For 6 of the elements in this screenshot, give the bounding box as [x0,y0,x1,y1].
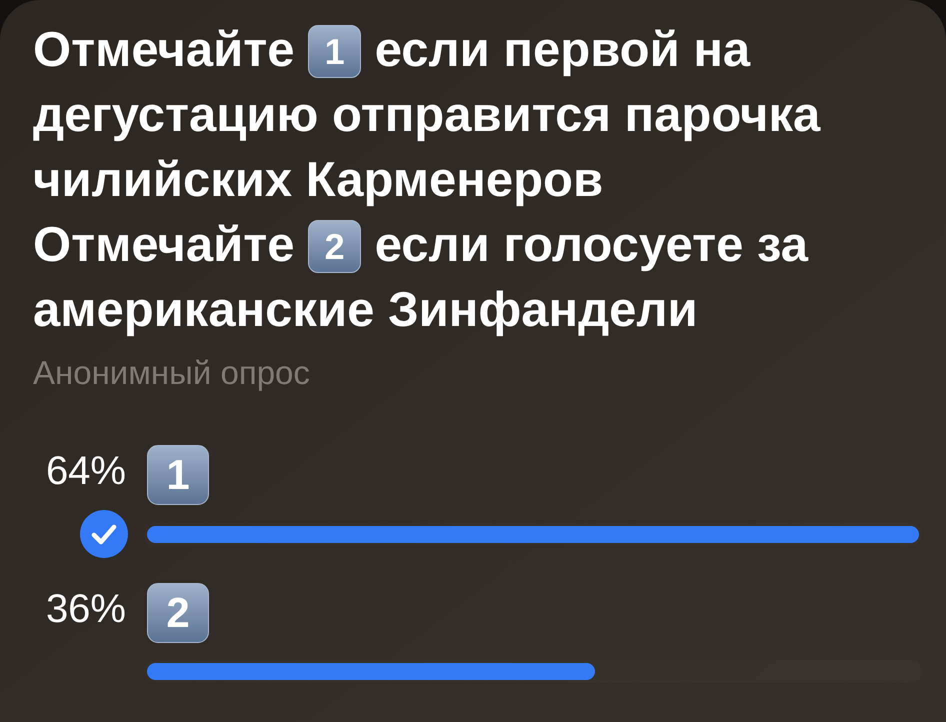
poll-type-label: Анонимный опрос [33,353,310,393]
percent-label: 36% [46,586,126,632]
option-keycap: 1 [147,445,209,505]
option-keycap: 2 [147,583,209,643]
question-text: Отмечайте 2 если голосуете за американские Зинфандели [33,217,810,339]
percent-label: 64% [46,448,126,494]
